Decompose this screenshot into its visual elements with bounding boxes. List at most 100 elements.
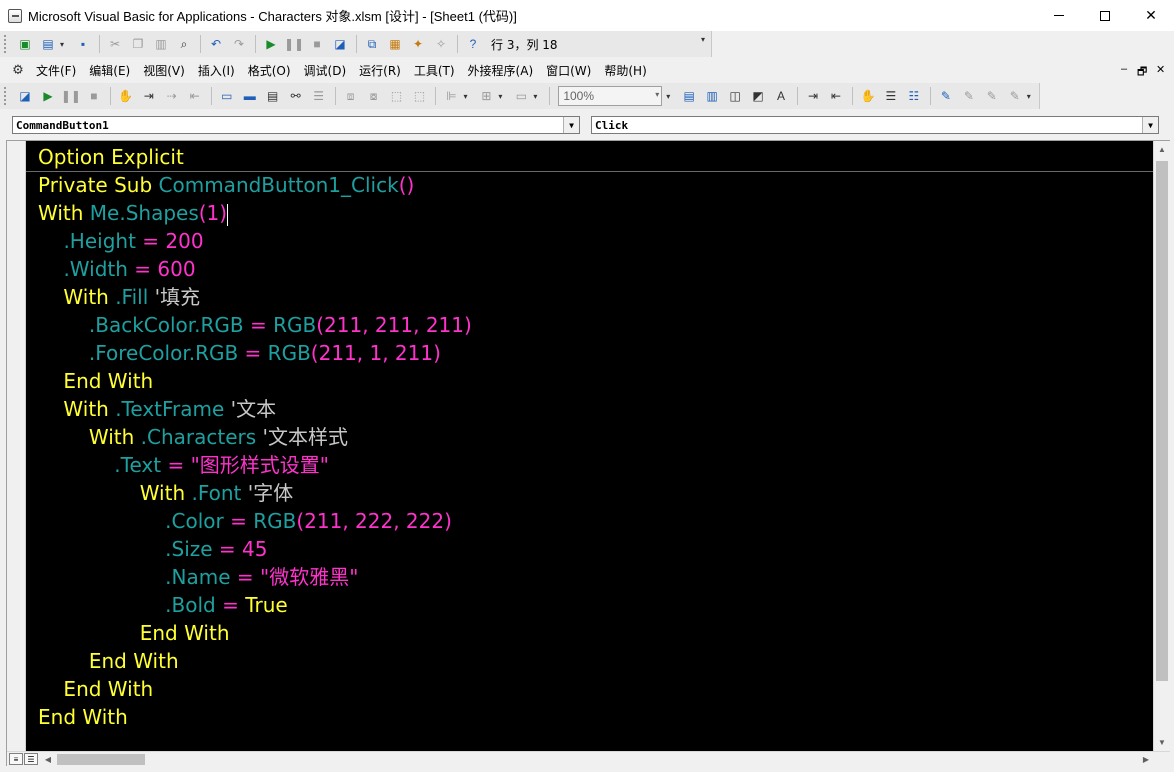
run-icon[interactable]: ▶	[37, 86, 59, 106]
menu-debug[interactable]: 调试(D)	[304, 62, 347, 79]
immediate-window-icon[interactable]: ▬	[239, 86, 261, 106]
send-to-back-icon[interactable]: ⧇	[363, 86, 385, 106]
menu-window[interactable]: 窗口(W)	[546, 62, 591, 79]
code-line[interactable]: With .TextFrame '文本	[38, 395, 276, 423]
step-out-icon[interactable]: ⇤	[184, 86, 206, 106]
chevron-down-icon[interactable]: ▾	[498, 92, 506, 101]
view-excel-icon[interactable]: ▣	[14, 34, 36, 54]
menu-run[interactable]: 运行(R)	[359, 62, 401, 79]
complete-word-icon[interactable]: A	[770, 86, 792, 106]
align-icon[interactable]: ⊫	[440, 86, 462, 106]
undo-icon[interactable]: ↶	[205, 34, 227, 54]
vertical-scroll-thumb[interactable]	[1156, 161, 1168, 681]
list-properties-icon[interactable]: ▤	[678, 86, 700, 106]
code-line[interactable]: Option Explicit	[38, 143, 184, 171]
code-line[interactable]: .Height = 200	[38, 227, 203, 255]
menu-file[interactable]: 文件(F)	[36, 62, 76, 79]
code-line[interactable]: .Width = 600	[38, 255, 195, 283]
quick-info-icon[interactable]: ◫	[724, 86, 746, 106]
insert-userform-icon[interactable]: ▤	[37, 34, 59, 54]
outdent-icon[interactable]: ⇤	[825, 86, 847, 106]
save-icon[interactable]: ▪	[72, 34, 94, 54]
reset-icon[interactable]: ■	[83, 86, 105, 106]
call-stack-icon[interactable]: ☰	[308, 86, 330, 106]
code-line[interactable]: .Name = "微软雅黑"	[38, 563, 358, 591]
break-icon[interactable]: ❚❚	[283, 34, 305, 54]
code-line[interactable]: .Color = RGB(211, 222, 222)	[38, 507, 452, 535]
scroll-left-icon[interactable]: ◀	[41, 753, 55, 766]
quick-watch-icon[interactable]: ⚯	[285, 86, 307, 106]
toolbar-options-icon[interactable]: ▾	[701, 35, 709, 53]
paste-icon[interactable]: ▥	[150, 34, 172, 54]
redo-icon[interactable]: ↷	[228, 34, 250, 54]
cut-icon[interactable]: ✂	[104, 34, 126, 54]
close-button[interactable]: ✕	[1128, 0, 1174, 31]
toolbar-options-icon[interactable]: ▾	[666, 92, 674, 101]
code-line[interactable]: With Me.Shapes(1)	[38, 199, 229, 227]
parameter-info-icon[interactable]: ◩	[747, 86, 769, 106]
horizontal-scroll-thumb[interactable]	[57, 754, 145, 765]
mdi-restore-button[interactable]: 🗗	[1137, 63, 1147, 82]
chevron-down-icon[interactable]: ▾	[60, 40, 68, 49]
design-mode-icon[interactable]: ◪	[329, 34, 351, 54]
bring-to-front-icon[interactable]: ⧈	[340, 86, 362, 106]
scroll-right-icon[interactable]: ▶	[1139, 753, 1153, 766]
locals-window-icon[interactable]: ▭	[216, 86, 238, 106]
code-line[interactable]: .BackColor.RGB = RGB(211, 211, 211)	[38, 311, 472, 339]
code-line[interactable]: Private Sub CommandButton1_Click()	[38, 171, 414, 199]
scroll-down-icon[interactable]: ▼	[1154, 734, 1170, 751]
object-select[interactable]: CommandButton1 ▼	[12, 116, 580, 134]
copy-icon[interactable]: ❐	[127, 34, 149, 54]
scroll-up-icon[interactable]: ▲	[1154, 141, 1170, 158]
toolbox-icon[interactable]: ✧	[430, 34, 452, 54]
code-line[interactable]: End With	[38, 619, 230, 647]
chevron-down-icon[interactable]: ▼	[1142, 117, 1158, 133]
break-icon[interactable]: ❚❚	[60, 86, 82, 106]
step-into-icon[interactable]: ⇥	[138, 86, 160, 106]
code-line[interactable]: .Bold = True	[38, 591, 288, 619]
uncomment-block-icon[interactable]: ☷	[903, 86, 925, 106]
code-line[interactable]: End With	[38, 647, 179, 675]
vertical-scrollbar[interactable]: ▲ ▼	[1153, 141, 1170, 751]
code-line[interactable]: .ForeColor.RGB = RGB(211, 1, 211)	[38, 339, 441, 367]
code-line[interactable]: End With	[38, 675, 153, 703]
reset-icon[interactable]: ■	[306, 34, 328, 54]
comment-block-icon[interactable]: ☰	[880, 86, 902, 106]
toggle-breakpoint-icon[interactable]: ✋	[857, 86, 879, 106]
center-icon[interactable]: ⊞	[475, 86, 497, 106]
ungroup-icon[interactable]: ⬚	[409, 86, 431, 106]
minimize-button[interactable]	[1036, 0, 1082, 31]
design-mode-icon[interactable]: ◪	[14, 86, 36, 106]
object-browser-icon[interactable]: ✦	[407, 34, 429, 54]
make-same-size-icon[interactable]: ▭	[510, 86, 532, 106]
indent-icon[interactable]: ⇥	[802, 86, 824, 106]
run-icon[interactable]: ▶	[260, 34, 282, 54]
zoom-select[interactable]: 100% ▾	[558, 86, 663, 106]
help-icon[interactable]: ?	[462, 34, 484, 54]
next-bookmark-icon[interactable]: ✎	[958, 86, 980, 106]
code-editor[interactable]: Option Explicit Private Sub CommandButton…	[26, 141, 1153, 751]
vba-menu-icon[interactable]: ⚙	[10, 62, 26, 78]
menu-addins[interactable]: 外接程序(A)	[468, 62, 534, 79]
chevron-down-icon[interactable]: ▼	[563, 117, 579, 133]
menu-help[interactable]: 帮助(H)	[604, 62, 646, 79]
toggle-bookmark-icon[interactable]: ✎	[935, 86, 957, 106]
menu-view[interactable]: 视图(V)	[143, 62, 185, 79]
horizontal-scrollbar[interactable]: ≡ ☰ ◀ ▶	[7, 751, 1170, 766]
code-line[interactable]: With .Font '字体	[38, 479, 294, 507]
menu-tools[interactable]: 工具(T)	[414, 62, 455, 79]
clear-bookmarks-icon[interactable]: ✎	[1004, 86, 1026, 106]
toolbar-grip[interactable]	[4, 35, 8, 53]
project-explorer-icon[interactable]: ⧉	[361, 34, 383, 54]
mdi-minimize-button[interactable]: –	[1121, 63, 1127, 75]
chevron-down-icon[interactable]: ▾	[533, 92, 541, 101]
chevron-down-icon[interactable]: ▾	[655, 90, 659, 99]
procedure-view-icon[interactable]: ≡	[9, 753, 23, 765]
toggle-breakpoint-icon[interactable]: ✋	[115, 86, 137, 106]
procedure-select[interactable]: Click ▼	[591, 116, 1159, 134]
previous-bookmark-icon[interactable]: ✎	[981, 86, 1003, 106]
margin-indicator-bar[interactable]	[7, 141, 26, 751]
list-constants-icon[interactable]: ▥	[701, 86, 723, 106]
menu-insert[interactable]: 插入(I)	[198, 62, 235, 79]
toolbar-grip[interactable]	[4, 87, 8, 105]
